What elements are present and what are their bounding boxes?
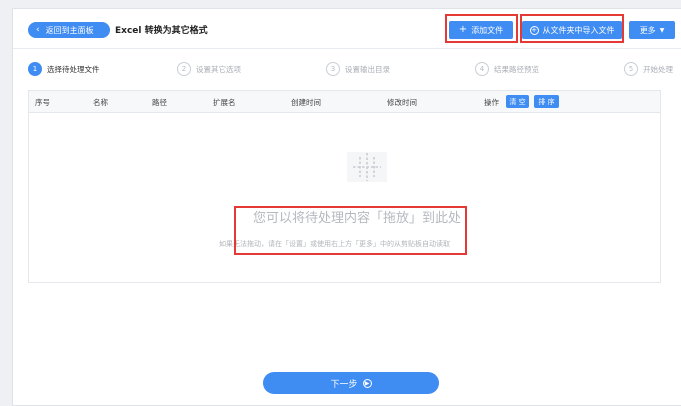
column-header-index: 序号 [35, 98, 50, 107]
highlight-box-drop-zone [234, 206, 467, 255]
clear-button[interactable]: 清 空 [506, 95, 529, 108]
column-header-name: 名称 [93, 98, 108, 107]
highlight-box-add-file [445, 14, 518, 43]
column-header-path: 路径 [152, 98, 167, 107]
step-label: 结果路径预览 [494, 64, 539, 74]
step-5: 5 开始处理 [624, 62, 673, 76]
chevron-down-icon: ▼ [659, 26, 665, 34]
step-label: 选择待处理文件 [47, 64, 100, 74]
sort-button[interactable]: 排 序 [534, 95, 559, 108]
next-step-label: 下一步 [330, 379, 358, 390]
arrow-right-icon: ▶ [362, 378, 372, 388]
column-header-extension: 扩展名 [213, 98, 236, 107]
more-label: 更多 [639, 25, 656, 35]
step-label: 设置其它选项 [196, 64, 241, 74]
step-number: 5 [624, 62, 638, 76]
step-number: 3 [326, 62, 340, 76]
column-header-actions: 操作 [484, 98, 499, 107]
back-to-dashboard-button[interactable]: ‹ 返回到主面板 [28, 22, 110, 38]
next-step-button[interactable]: 下一步 ▶ [263, 372, 439, 394]
highlight-box-import-folder [520, 14, 624, 43]
step-number: 1 [28, 62, 42, 76]
column-header-created: 创建时间 [291, 98, 321, 107]
step-3: 3 设置输出目录 [326, 62, 390, 76]
drag-drop-icon [347, 152, 387, 182]
step-2: 2 设置其它选项 [177, 62, 241, 76]
main-panel: ‹ 返回到主面板 Excel 转换为其它格式 + 添加文件 + 从文件夹中导入文… [12, 8, 681, 406]
column-header-modified: 修改时间 [387, 98, 417, 107]
step-label: 开始处理 [643, 64, 673, 74]
step-label: 设置输出目录 [345, 64, 390, 74]
more-dropdown-button[interactable]: 更多 ▼ [629, 21, 675, 39]
step-progress: 1 选择待处理文件 2 设置其它选项 3 设置输出目录 4 结果路径预览 5 开… [13, 49, 681, 91]
step-1: 1 选择待处理文件 [28, 62, 100, 76]
chevron-left-icon: ‹ [36, 25, 40, 35]
top-toolbar: ‹ 返回到主面板 Excel 转换为其它格式 + 添加文件 + 从文件夹中导入文… [13, 9, 681, 49]
step-number: 2 [177, 62, 191, 76]
step-4: 4 结果路径预览 [475, 62, 539, 76]
step-number: 4 [475, 62, 489, 76]
page-title: Excel 转换为其它格式 [115, 26, 208, 36]
table-header: 序号 名称 路径 扩展名 创建时间 修改时间 操作 清 空 排 序 [29, 91, 660, 113]
back-button-label: 返回到主面板 [45, 25, 94, 35]
